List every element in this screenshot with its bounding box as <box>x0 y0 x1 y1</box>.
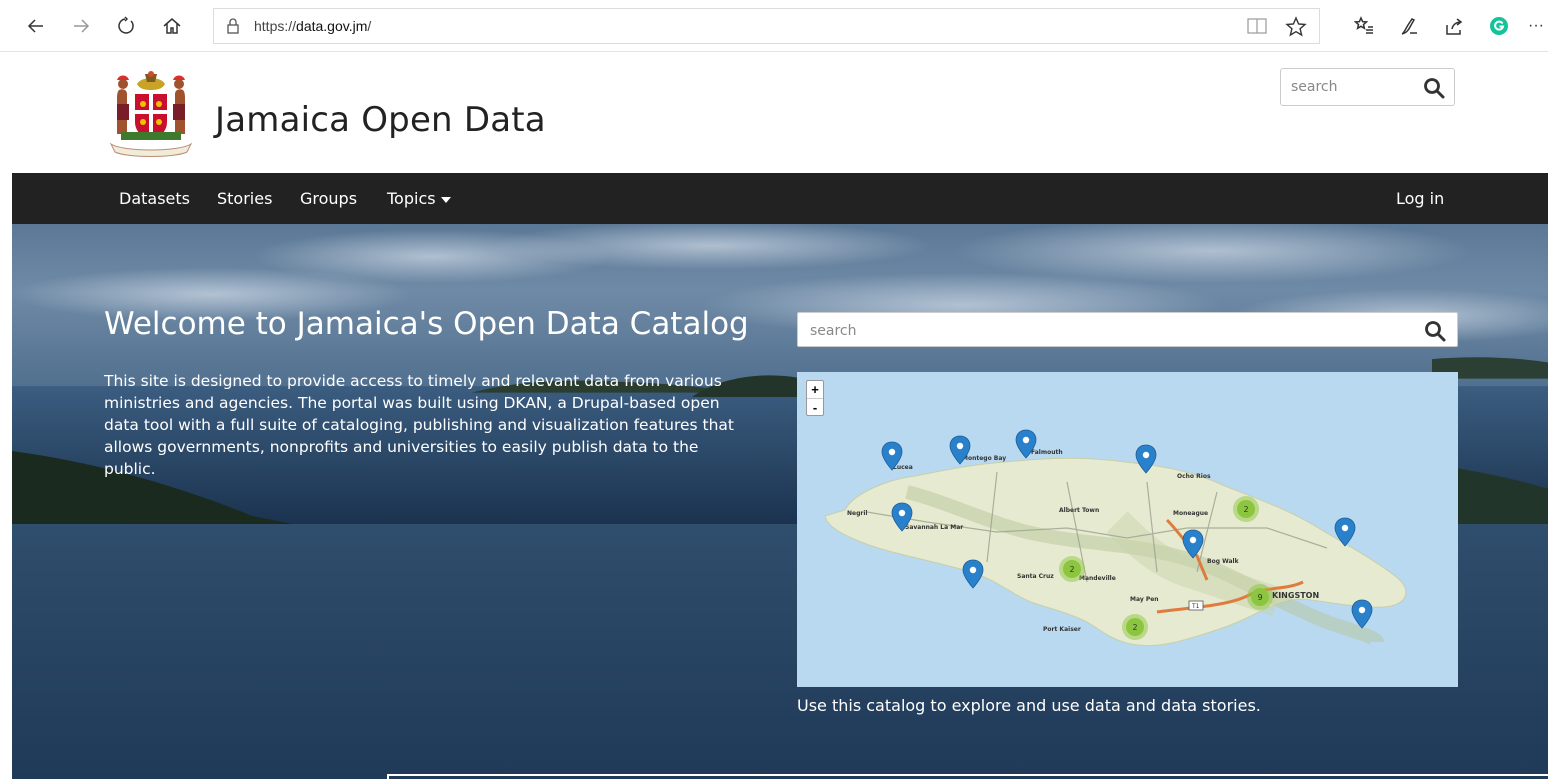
back-arrow-icon <box>27 19 43 33</box>
place-mandeville: Mandeville <box>1079 575 1116 582</box>
zoom-out-button[interactable]: - <box>807 398 823 415</box>
place-santa-cruz: Santa Cruz <box>1017 573 1054 580</box>
home-button[interactable] <box>158 12 186 40</box>
place-negril: Negril <box>847 510 867 517</box>
search-icon[interactable] <box>1422 76 1446 100</box>
main-navbar: Datasets Stories Groups Topics Log in <box>12 173 1548 224</box>
map-zoom-control: + - <box>806 380 824 416</box>
place-moneague: Moneague <box>1173 510 1208 517</box>
map-tiles: Lucea Montego Bay Falmouth Ocho Rios Neg… <box>824 449 1407 647</box>
forward-button[interactable] <box>67 12 95 40</box>
header-search-input[interactable] <box>1291 77 1411 97</box>
nav-topics[interactable]: Topics <box>387 189 451 208</box>
catalog-search-box <box>797 312 1458 347</box>
nav-groups[interactable]: Groups <box>300 189 357 208</box>
place-port-kaiser: Port Kaiser <box>1043 626 1081 633</box>
url-host: data.gov.jm <box>296 18 368 34</box>
nav-topics-label: Topics <box>387 189 436 208</box>
nav-login[interactable]: Log in <box>1396 189 1444 208</box>
content-box-outline <box>387 774 1548 779</box>
road-shield: T1 <box>1188 600 1204 611</box>
header-search-box <box>1280 68 1455 106</box>
grammarly-icon <box>1490 17 1508 35</box>
place-savannah-la-mar: Savannah La Mar <box>905 524 963 531</box>
jamaica-map[interactable]: Lucea Montego Bay Falmouth Ocho Rios Neg… <box>797 372 1458 687</box>
refresh-button[interactable] <box>112 12 140 40</box>
address-bar[interactable]: https://data.gov.jm/ <box>213 8 1320 44</box>
browser-toolbar: https://data.gov.jm/ ··· <box>0 0 1548 52</box>
grammarly-extension-button[interactable] <box>1487 14 1511 38</box>
place-falmouth: Falmouth <box>1031 449 1063 456</box>
url-path: / <box>367 18 372 34</box>
more-menu-button[interactable]: ··· <box>1528 14 1548 38</box>
site-header: Jamaica Open Data <box>12 52 1548 173</box>
hero-section: Welcome to Jamaica's Open Data Catalog T… <box>12 224 1548 779</box>
nav-stories[interactable]: Stories <box>217 189 272 208</box>
jamaica-coat-of-arms-logo[interactable] <box>105 70 197 158</box>
home-icon <box>163 18 181 34</box>
back-button[interactable] <box>22 12 50 40</box>
place-bog-walk: Bog Walk <box>1207 558 1240 565</box>
favorites-list-icon <box>1354 16 1373 34</box>
favorites-hub-button[interactable] <box>1352 14 1376 38</box>
refresh-icon <box>118 16 134 34</box>
road-label: T1 <box>1191 603 1200 610</box>
share-button[interactable] <box>1442 14 1466 38</box>
caret-down-icon <box>440 196 451 203</box>
share-icon <box>1446 18 1463 35</box>
place-lucea: Lucea <box>893 464 913 471</box>
place-ocho-rios: Ocho Rios <box>1177 473 1211 480</box>
lock-icon <box>227 18 239 34</box>
url-scheme: https:// <box>254 18 297 34</box>
hero-description: This site is designed to provide access … <box>104 372 735 478</box>
map-caption: Use this catalog to explore and use data… <box>797 696 1261 715</box>
forward-arrow-icon <box>74 19 90 33</box>
site-title[interactable]: Jamaica Open Data <box>215 100 546 140</box>
place-montego-bay: Montego Bay <box>962 455 1006 462</box>
hero-title: Welcome to Jamaica's Open Data Catalog <box>104 306 749 342</box>
reading-view-icon[interactable] <box>1247 17 1267 35</box>
place-kingston: KINGSTON <box>1272 591 1319 600</box>
url-text: https://data.gov.jm/ <box>254 18 371 34</box>
place-may-pen: May Pen <box>1130 596 1159 603</box>
notes-button[interactable] <box>1397 14 1421 38</box>
search-icon[interactable] <box>1423 319 1447 343</box>
nav-datasets[interactable]: Datasets <box>119 189 190 208</box>
pen-icon <box>1401 18 1417 35</box>
favorite-star-icon[interactable] <box>1285 16 1307 38</box>
catalog-search-input[interactable] <box>810 321 1370 341</box>
zoom-in-button[interactable]: + <box>807 381 823 398</box>
place-albert-town: Albert Town <box>1059 507 1099 514</box>
